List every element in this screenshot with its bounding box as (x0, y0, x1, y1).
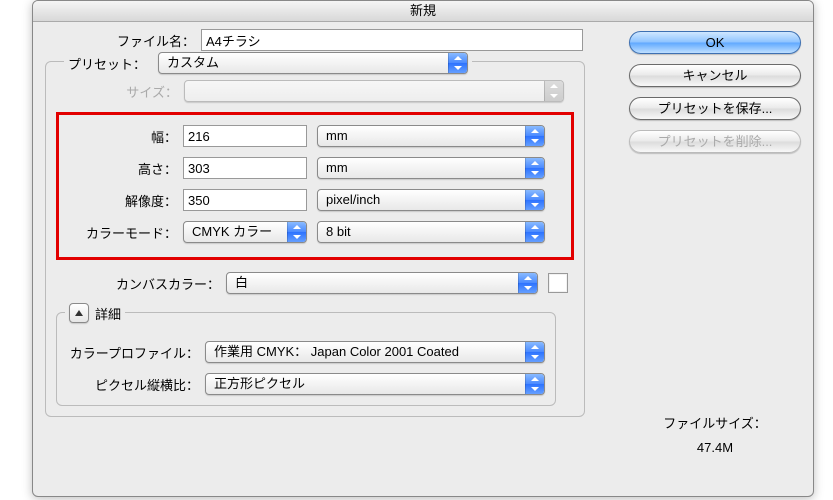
preset-select[interactable]: カスタム (158, 52, 468, 74)
height-unit-value: mm (326, 160, 348, 175)
color-mode-value: CMYK カラー (192, 224, 272, 239)
height-input[interactable] (183, 157, 307, 179)
delete-preset-button: プリセットを削除... (629, 130, 801, 153)
pixel-aspect-select[interactable]: 正方形ピクセル (205, 373, 545, 395)
chevron-updown-icon (287, 221, 306, 243)
file-size-value: 47.4M (629, 440, 801, 455)
width-label: 幅： (69, 127, 183, 146)
color-mode-select[interactable]: CMYK カラー (183, 221, 307, 243)
pixel-aspect-value: 正方形ピクセル (214, 376, 305, 391)
chevron-updown-icon (525, 125, 544, 147)
chevron-updown-icon (518, 272, 537, 294)
advanced-disclose-toggle[interactable] (69, 303, 89, 323)
filename-label: ファイル名： (45, 31, 201, 50)
advanced-label: 詳細 (95, 304, 121, 323)
resolution-label: 解像度： (69, 191, 183, 210)
color-profile-label: カラープロファイル： (67, 343, 205, 362)
color-profile-select[interactable]: 作業用 CMYK： Japan Color 2001 Coated (205, 341, 545, 363)
width-input[interactable] (183, 125, 307, 147)
resolution-input[interactable] (183, 189, 307, 211)
size-label: サイズ： (56, 82, 184, 101)
canvas-color-label: カンバスカラー： (56, 274, 226, 293)
width-unit-select[interactable]: mm (317, 125, 545, 147)
preset-label: プリセット： (68, 54, 152, 73)
size-select (184, 80, 564, 102)
color-mode-label: カラーモード： (69, 223, 183, 242)
canvas-color-value: 白 (235, 275, 248, 290)
width-unit-value: mm (326, 128, 348, 143)
height-label: 高さ： (69, 159, 183, 178)
canvas-color-select[interactable]: 白 (226, 272, 538, 294)
height-unit-select[interactable]: mm (317, 157, 545, 179)
pixel-aspect-label: ピクセル縦横比： (67, 375, 205, 394)
new-document-dialog: 新規 ファイル名： プリセット： カスタム サイズ： (32, 0, 814, 497)
color-depth-value: 8 bit (326, 224, 351, 239)
chevron-updown-icon (525, 189, 544, 211)
chevron-updown-icon (525, 341, 544, 363)
ok-button[interactable]: OK (629, 31, 801, 54)
chevron-updown-icon (525, 373, 544, 395)
color-depth-select[interactable]: 8 bit (317, 221, 545, 243)
canvas-color-swatch[interactable] (548, 273, 568, 293)
color-profile-value: 作業用 CMYK： Japan Color 2001 Coated (214, 344, 459, 359)
chevron-updown-icon (544, 80, 563, 102)
cancel-button[interactable]: キャンセル (629, 64, 801, 87)
highlighted-params-group: 幅： mm 高さ： mm (56, 112, 574, 260)
file-size-label: ファイルサイズ： (629, 413, 801, 432)
resolution-unit-value: pixel/inch (326, 192, 380, 207)
dialog-title: 新規 (33, 1, 813, 22)
preset-value: カスタム (167, 55, 219, 70)
chevron-updown-icon (525, 157, 544, 179)
chevron-updown-icon (525, 221, 544, 243)
filename-input[interactable] (201, 29, 583, 51)
resolution-unit-select[interactable]: pixel/inch (317, 189, 545, 211)
save-preset-button[interactable]: プリセットを保存... (629, 97, 801, 120)
chevron-updown-icon (448, 52, 467, 74)
